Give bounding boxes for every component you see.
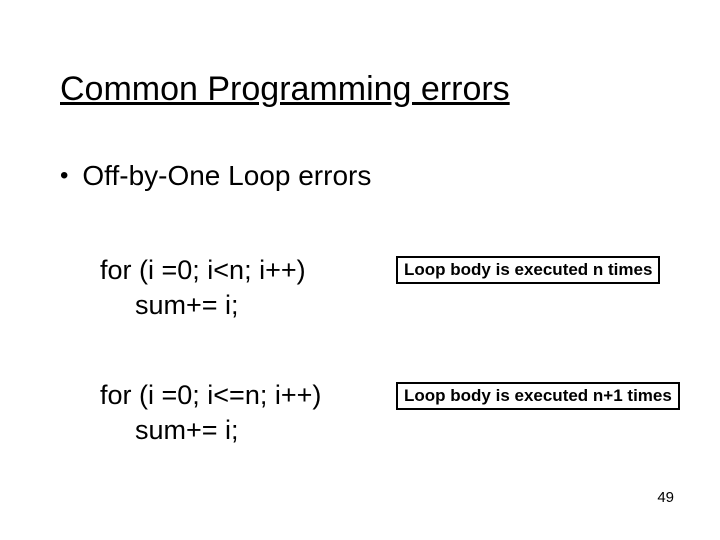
bullet-text: Off-by-One Loop errors xyxy=(82,160,371,192)
note-box-2: Loop body is executed n+1 times xyxy=(396,382,680,410)
note-box-1: Loop body is executed n times xyxy=(396,256,660,284)
code-block-1-line-1: for (i =0; i<n; i++) xyxy=(100,255,306,286)
code-block-1-line-2: sum+= i; xyxy=(135,290,239,321)
bullet-dot-icon: • xyxy=(60,162,68,190)
bullet-item: • Off-by-One Loop errors xyxy=(60,160,371,192)
page-number: 49 xyxy=(657,489,674,506)
slide-title: Common Programming errors xyxy=(60,70,510,109)
code-block-2-line-2: sum+= i; xyxy=(135,415,239,446)
code-block-2-line-1: for (i =0; i<=n; i++) xyxy=(100,380,321,411)
